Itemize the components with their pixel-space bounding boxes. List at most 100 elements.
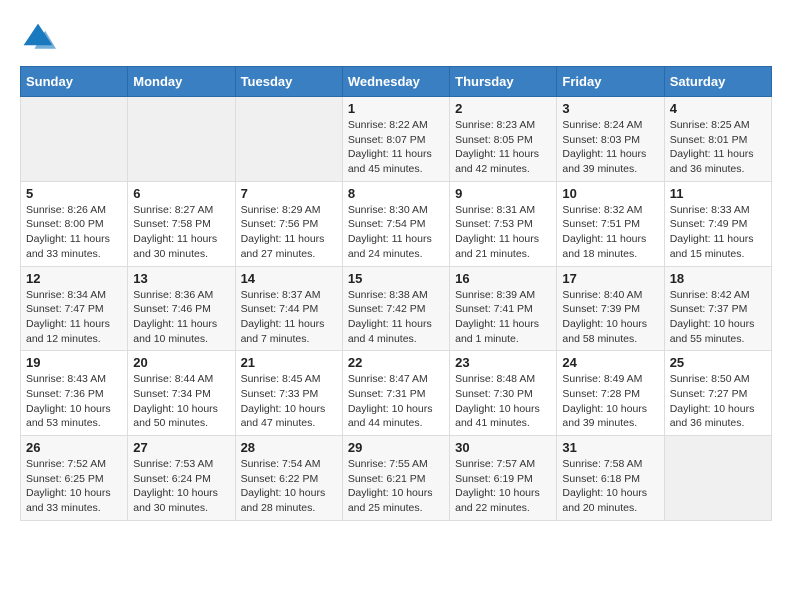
day-number: 12: [26, 271, 122, 286]
weekday-header-wednesday: Wednesday: [342, 67, 449, 97]
calendar-cell: 30 Sunrise: 7:57 AM Sunset: 6:19 PM Dayli…: [450, 436, 557, 521]
calendar-cell: 2 Sunrise: 8:23 AM Sunset: 8:05 PM Daylig…: [450, 97, 557, 182]
calendar-cell: 11Sunrise: 8:33 AM Sunset: 7:49 PM Dayli…: [664, 181, 771, 266]
calendar-cell: 22 Sunrise: 8:47 AM Sunset: 7:31 PM Dayli…: [342, 351, 449, 436]
day-info: Sunrise: 7:54 AM Sunset: 6:22 PM Dayligh…: [241, 457, 337, 516]
day-info: Sunrise: 7:57 AM Sunset: 6:19 PM Dayligh…: [455, 457, 551, 516]
calendar-cell: 23 Sunrise: 8:48 AM Sunset: 7:30 PM Dayli…: [450, 351, 557, 436]
day-number: 31: [562, 440, 658, 455]
day-info: Sunrise: 8:40 AM Sunset: 7:39 PM Dayligh…: [562, 288, 658, 347]
day-number: 2: [455, 101, 551, 116]
calendar-cell: 8Sunrise: 8:30 AM Sunset: 7:54 PM Daylig…: [342, 181, 449, 266]
day-number: 13: [133, 271, 229, 286]
day-info: Sunrise: 8:45 AM Sunset: 7:33 PM Dayligh…: [241, 372, 337, 431]
calendar-cell: 26Sunrise: 7:52 AM Sunset: 6:25 PM Dayli…: [21, 436, 128, 521]
day-number: 11: [670, 186, 766, 201]
page-header: [20, 20, 772, 56]
calendar-week-0: 1 Sunrise: 8:22 AM Sunset: 8:07 PM Daylig…: [21, 97, 772, 182]
day-info: Sunrise: 8:30 AM Sunset: 7:54 PM Dayligh…: [348, 203, 444, 262]
day-number: 26: [26, 440, 122, 455]
day-number: 28: [241, 440, 337, 455]
day-number: 24: [562, 355, 658, 370]
day-info: Sunrise: 8:49 AM Sunset: 7:28 PM Dayligh…: [562, 372, 658, 431]
calendar-cell: 19 Sunrise: 8:43 AM Sunset: 7:36 PM Dayli…: [21, 351, 128, 436]
day-number: 5: [26, 186, 122, 201]
calendar-cell: 4 Sunrise: 8:25 AM Sunset: 8:01 PM Daylig…: [664, 97, 771, 182]
day-info: Sunrise: 8:43 AM Sunset: 7:36 PM Dayligh…: [26, 372, 122, 431]
weekday-header-friday: Friday: [557, 67, 664, 97]
calendar-week-2: 12 Sunrise: 8:34 AM Sunset: 7:47 PM Dayli…: [21, 266, 772, 351]
calendar-cell: 10 Sunrise: 8:32 AM Sunset: 7:51 PM Dayli…: [557, 181, 664, 266]
day-number: 27: [133, 440, 229, 455]
day-number: 10: [562, 186, 658, 201]
day-info: Sunrise: 8:48 AM Sunset: 7:30 PM Dayligh…: [455, 372, 551, 431]
calendar-cell: 12 Sunrise: 8:34 AM Sunset: 7:47 PM Dayli…: [21, 266, 128, 351]
calendar-cell: 29Sunrise: 7:55 AM Sunset: 6:21 PM Dayli…: [342, 436, 449, 521]
day-info: Sunrise: 8:34 AM Sunset: 7:47 PM Dayligh…: [26, 288, 122, 347]
day-number: 7: [241, 186, 337, 201]
day-info: Sunrise: 8:25 AM Sunset: 8:01 PM Dayligh…: [670, 118, 766, 177]
weekday-header-row: SundayMondayTuesdayWednesdayThursdayFrid…: [21, 67, 772, 97]
calendar-cell: 21 Sunrise: 8:45 AM Sunset: 7:33 PM Dayli…: [235, 351, 342, 436]
weekday-header-monday: Monday: [128, 67, 235, 97]
day-number: 20: [133, 355, 229, 370]
calendar-cell: [21, 97, 128, 182]
calendar-cell: 31Sunrise: 7:58 AM Sunset: 6:18 PM Dayli…: [557, 436, 664, 521]
calendar-cell: 7Sunrise: 8:29 AM Sunset: 7:56 PM Daylig…: [235, 181, 342, 266]
day-number: 15: [348, 271, 444, 286]
weekday-header-tuesday: Tuesday: [235, 67, 342, 97]
day-number: 1: [348, 101, 444, 116]
calendar-cell: 13 Sunrise: 8:36 AM Sunset: 7:46 PM Dayli…: [128, 266, 235, 351]
day-info: Sunrise: 8:39 AM Sunset: 7:41 PM Dayligh…: [455, 288, 551, 347]
day-info: Sunrise: 8:32 AM Sunset: 7:51 PM Dayligh…: [562, 203, 658, 262]
calendar-cell: [128, 97, 235, 182]
calendar-week-4: 26Sunrise: 7:52 AM Sunset: 6:25 PM Dayli…: [21, 436, 772, 521]
calendar-cell: 25 Sunrise: 8:50 AM Sunset: 7:27 PM Dayli…: [664, 351, 771, 436]
calendar-week-3: 19 Sunrise: 8:43 AM Sunset: 7:36 PM Dayli…: [21, 351, 772, 436]
calendar-cell: 20Sunrise: 8:44 AM Sunset: 7:34 PM Dayli…: [128, 351, 235, 436]
day-info: Sunrise: 8:47 AM Sunset: 7:31 PM Dayligh…: [348, 372, 444, 431]
calendar-cell: 1 Sunrise: 8:22 AM Sunset: 8:07 PM Daylig…: [342, 97, 449, 182]
day-number: 25: [670, 355, 766, 370]
calendar-table: SundayMondayTuesdayWednesdayThursdayFrid…: [20, 66, 772, 521]
day-number: 19: [26, 355, 122, 370]
day-number: 17: [562, 271, 658, 286]
day-number: 14: [241, 271, 337, 286]
calendar-cell: 24 Sunrise: 8:49 AM Sunset: 7:28 PM Dayli…: [557, 351, 664, 436]
day-info: Sunrise: 8:38 AM Sunset: 7:42 PM Dayligh…: [348, 288, 444, 347]
calendar-cell: 27Sunrise: 7:53 AM Sunset: 6:24 PM Dayli…: [128, 436, 235, 521]
calendar-cell: 28 Sunrise: 7:54 AM Sunset: 6:22 PM Dayli…: [235, 436, 342, 521]
day-info: Sunrise: 8:50 AM Sunset: 7:27 PM Dayligh…: [670, 372, 766, 431]
calendar-cell: 18 Sunrise: 8:42 AM Sunset: 7:37 PM Dayli…: [664, 266, 771, 351]
day-info: Sunrise: 8:37 AM Sunset: 7:44 PM Dayligh…: [241, 288, 337, 347]
day-number: 4: [670, 101, 766, 116]
day-number: 30: [455, 440, 551, 455]
calendar-cell: 16 Sunrise: 8:39 AM Sunset: 7:41 PM Dayli…: [450, 266, 557, 351]
day-info: Sunrise: 8:22 AM Sunset: 8:07 PM Dayligh…: [348, 118, 444, 177]
calendar-cell: 5 Sunrise: 8:26 AM Sunset: 8:00 PM Daylig…: [21, 181, 128, 266]
day-number: 22: [348, 355, 444, 370]
day-info: Sunrise: 8:36 AM Sunset: 7:46 PM Dayligh…: [133, 288, 229, 347]
calendar-cell: 6Sunrise: 8:27 AM Sunset: 7:58 PM Daylig…: [128, 181, 235, 266]
logo: [20, 20, 60, 56]
calendar-cell: 14 Sunrise: 8:37 AM Sunset: 7:44 PM Dayli…: [235, 266, 342, 351]
calendar-cell: 9 Sunrise: 8:31 AM Sunset: 7:53 PM Daylig…: [450, 181, 557, 266]
day-number: 16: [455, 271, 551, 286]
day-number: 21: [241, 355, 337, 370]
day-number: 6: [133, 186, 229, 201]
day-number: 18: [670, 271, 766, 286]
weekday-header-saturday: Saturday: [664, 67, 771, 97]
calendar-cell: 15 Sunrise: 8:38 AM Sunset: 7:42 PM Dayli…: [342, 266, 449, 351]
day-info: Sunrise: 8:24 AM Sunset: 8:03 PM Dayligh…: [562, 118, 658, 177]
day-number: 3: [562, 101, 658, 116]
day-info: Sunrise: 7:55 AM Sunset: 6:21 PM Dayligh…: [348, 457, 444, 516]
day-info: Sunrise: 8:42 AM Sunset: 7:37 PM Dayligh…: [670, 288, 766, 347]
calendar-cell: 17 Sunrise: 8:40 AM Sunset: 7:39 PM Dayli…: [557, 266, 664, 351]
calendar-week-1: 5 Sunrise: 8:26 AM Sunset: 8:00 PM Daylig…: [21, 181, 772, 266]
day-number: 9: [455, 186, 551, 201]
logo-icon: [20, 20, 56, 56]
day-info: Sunrise: 8:31 AM Sunset: 7:53 PM Dayligh…: [455, 203, 551, 262]
day-number: 23: [455, 355, 551, 370]
day-info: Sunrise: 8:23 AM Sunset: 8:05 PM Dayligh…: [455, 118, 551, 177]
day-info: Sunrise: 8:26 AM Sunset: 8:00 PM Dayligh…: [26, 203, 122, 262]
